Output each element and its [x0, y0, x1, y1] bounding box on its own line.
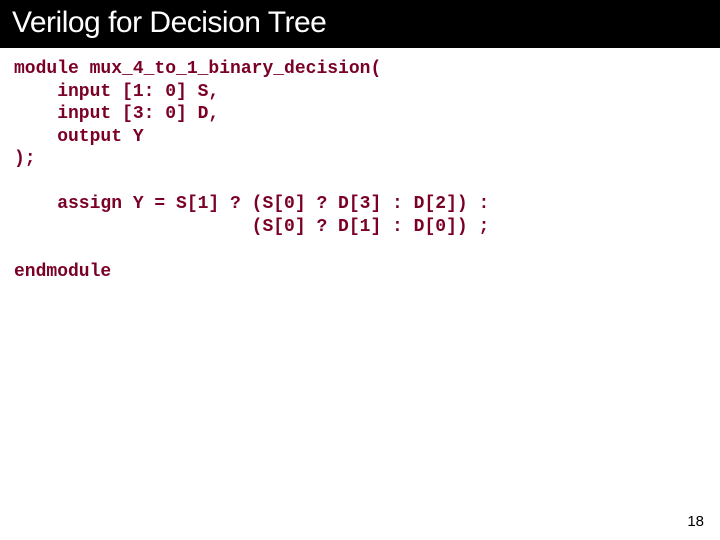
- slide-title: Verilog for Decision Tree: [0, 0, 720, 48]
- slide: Verilog for Decision Tree module mux_4_t…: [0, 0, 720, 540]
- slide-body: module mux_4_to_1_binary_decision( input…: [0, 48, 720, 293]
- page-number: 18: [687, 513, 704, 530]
- code-block: module mux_4_to_1_binary_decision( input…: [14, 58, 706, 283]
